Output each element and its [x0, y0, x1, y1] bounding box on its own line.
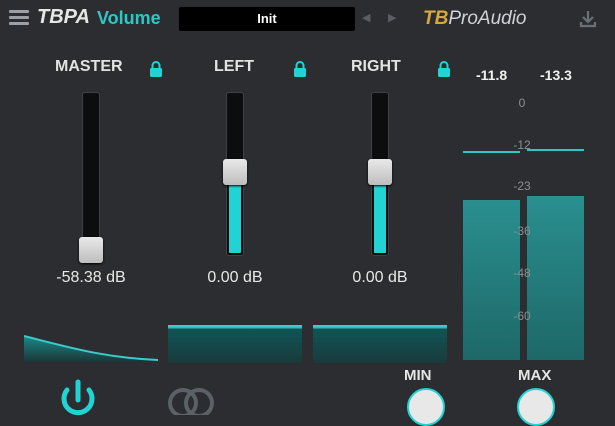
- master-fader-handle[interactable]: [79, 237, 103, 263]
- scale-label: -12: [513, 138, 531, 152]
- link-icon[interactable]: [165, 385, 217, 415]
- right-fader-fill: [374, 183, 386, 253]
- brand-logo: TBProAudio: [423, 8, 527, 29]
- min-label: MIN: [404, 367, 432, 384]
- max-label: MAX: [518, 367, 552, 384]
- right-lock-icon[interactable]: [437, 61, 451, 77]
- left-fader-handle[interactable]: [223, 159, 247, 185]
- preset-selector[interactable]: Init: [179, 7, 355, 31]
- next-preset-icon[interactable]: ▶: [388, 11, 396, 24]
- max-knob[interactable]: [517, 388, 555, 426]
- scale-label: -23: [513, 179, 531, 193]
- left-lock-icon[interactable]: [293, 61, 307, 77]
- master-fader[interactable]: [82, 92, 100, 256]
- power-icon[interactable]: [55, 378, 101, 418]
- left-db-value: 0.00 dB: [207, 269, 263, 286]
- scale-label: -48: [513, 266, 531, 280]
- right-level-display: [313, 325, 447, 363]
- left-label: LEFT: [214, 58, 254, 75]
- master-db-value: -58.38 dB: [56, 269, 126, 286]
- left-level-display: [168, 325, 302, 363]
- app-name: TBPA: [37, 6, 90, 28]
- min-knob[interactable]: [407, 388, 445, 426]
- left-fader-fill: [229, 183, 241, 253]
- left-peak-value: -11.8: [476, 67, 508, 83]
- plugin-name: Volume: [97, 8, 161, 28]
- right-db-value: 0.00 dB: [352, 269, 408, 286]
- right-peak-value: -13.3: [540, 67, 572, 83]
- master-curve-display: [24, 335, 158, 362]
- scale-label: -60: [513, 309, 531, 323]
- top-bar: TBPA Volume Init ◀ ▶ TBProAudio: [0, 0, 615, 38]
- scale-label: -36: [513, 224, 531, 238]
- right-label: RIGHT: [351, 58, 401, 75]
- master-label: MASTER: [55, 58, 123, 75]
- scale-label: 0: [518, 96, 526, 110]
- right-fader-handle[interactable]: [368, 159, 392, 185]
- menu-icon[interactable]: [9, 10, 29, 26]
- download-icon[interactable]: [578, 9, 598, 29]
- master-lock-icon[interactable]: [149, 61, 163, 77]
- prev-preset-icon[interactable]: ◀: [362, 11, 370, 24]
